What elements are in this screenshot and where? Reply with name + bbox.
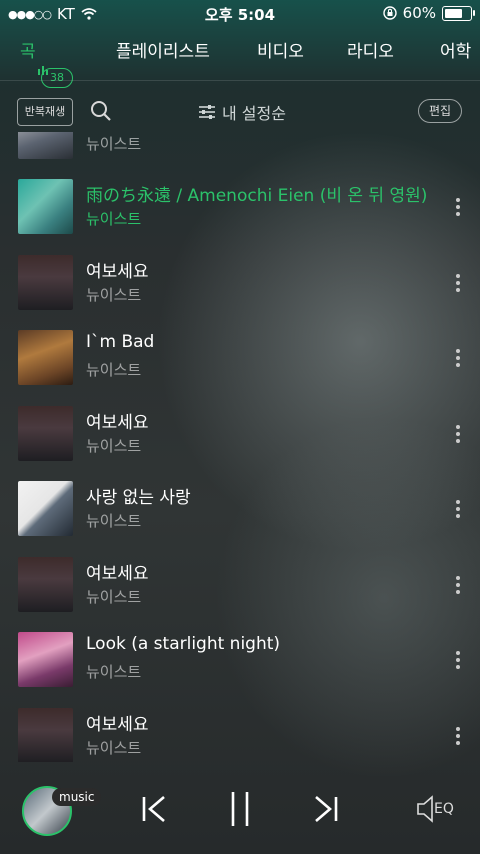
song-artist: 뉴이스트 [86,739,142,757]
more-options-icon[interactable] [456,346,462,370]
more-options-icon[interactable] [456,497,462,521]
category-tabs: 곡 38 플레이리스트 비디오 라디오 어학 [0,30,480,88]
song-row[interactable]: 여보세요 뉴이스트 [0,555,480,615]
album-art [18,708,73,762]
song-artist: 뉴이스트 [86,210,142,228]
mini-player: music EQ [0,764,480,854]
song-artist: 뉴이스트 [86,361,142,379]
song-artist: 뉴이스트 [86,437,142,455]
song-title: 雨のち永遠 / Amenochi Eien (비 온 뒤 영원) [86,186,428,206]
song-row[interactable]: 사랑 없는 사랑 뉴이스트 [0,479,480,539]
next-track-icon[interactable] [312,794,340,824]
tab-language[interactable]: 어학 [440,37,471,62]
tab-videos[interactable]: 비디오 [257,37,304,62]
song-title: I`m Bad [86,332,155,352]
album-art [18,632,73,687]
song-list: 뉴이스트 雨のち永遠 / Amenochi Eien (비 온 뒤 영원) 뉴이… [0,132,480,762]
album-art [18,132,73,159]
song-title: 여보세요 [86,715,149,735]
equalizer-speaker-icon[interactable] [416,794,436,824]
song-title: Look (a starlight night) [86,634,281,654]
song-artist: 뉴이스트 [86,588,142,606]
album-art [18,557,73,612]
song-title: 여보세요 [86,262,149,282]
more-options-icon[interactable] [456,271,462,295]
tab-radio[interactable]: 라디오 [347,37,394,62]
search-icon[interactable] [90,100,112,122]
more-options-icon[interactable] [456,648,462,672]
list-toolbar: 반복재생 내 설정순 편집 [0,92,480,132]
sort-selector[interactable]: 내 설정순 [198,100,286,124]
song-row[interactable]: 여보세요 뉴이스트 [0,706,480,762]
song-title: 여보세요 [86,564,149,584]
album-art [18,179,73,234]
status-bar: ●●●○○ KT 오후 5:04 60% [0,0,480,28]
more-options-icon[interactable] [456,573,462,597]
song-row[interactable]: I`m Bad 뉴이스트 [0,328,480,388]
eq-label[interactable]: EQ [434,801,454,817]
song-row[interactable]: 뉴이스트 [0,132,480,162]
album-art [18,255,73,310]
sort-label: 내 설정순 [222,104,286,123]
album-art [18,481,73,536]
rotation-lock-icon [382,6,397,20]
song-row[interactable]: 여보세요 뉴이스트 [0,404,480,464]
song-artist: 뉴이스트 [86,286,142,304]
song-artist: 뉴이스트 [86,512,142,530]
song-row[interactable]: Look (a starlight night) 뉴이스트 [0,630,480,690]
more-options-icon[interactable] [456,195,462,219]
battery-icon [442,5,475,21]
pause-icon[interactable] [228,790,252,828]
album-art [18,406,73,461]
status-right: 60% [382,4,475,22]
now-playing-eq-icon [38,66,48,75]
tab-playlists[interactable]: 플레이리스트 [116,37,210,62]
album-art [18,330,73,385]
sort-sliders-icon [199,105,215,119]
edit-button[interactable]: 편집 [418,99,462,123]
music-label: music [52,788,102,806]
song-row[interactable]: 여보세요 뉴이스트 [0,253,480,313]
song-row[interactable]: 雨のち永遠 / Amenochi Eien (비 온 뒤 영원) 뉴이스트 [0,177,480,237]
tab-songs[interactable]: 곡 [20,37,36,62]
song-title: 사랑 없는 사랑 [86,488,191,508]
previous-track-icon[interactable] [140,794,168,824]
more-options-icon[interactable] [456,422,462,446]
battery-percent: 60% [402,4,436,22]
repeat-button[interactable]: 반복재생 [17,98,73,126]
song-artist: 뉴이스트 [86,135,142,153]
song-title: 여보세요 [86,413,149,433]
tab-divider [0,80,480,81]
more-options-icon[interactable] [456,724,462,748]
song-artist: 뉴이스트 [86,663,142,681]
